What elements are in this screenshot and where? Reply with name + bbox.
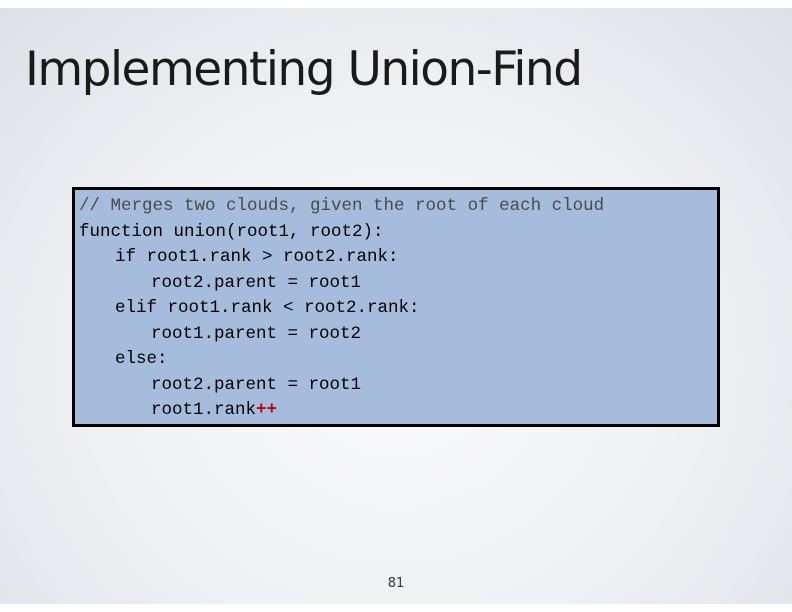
code-line: root2.parent = root1 xyxy=(151,375,362,395)
increment-operator: ++ xyxy=(256,400,278,420)
slide: Implementing Union-Find // Merges two cl… xyxy=(0,8,792,604)
code-line: root2.parent = root1 xyxy=(151,273,362,293)
code-line: function union(root1, root2): xyxy=(79,222,384,242)
code-comment: // Merges two clouds, given the root of … xyxy=(79,196,605,216)
code-text: root1.rank xyxy=(151,400,257,420)
code-line-increment: root1.rank++ xyxy=(151,399,277,421)
code-line: elif root1.rank < root2.rank: xyxy=(115,298,420,318)
slide-title: Implementing Union-Find xyxy=(25,42,583,97)
page-number: 81 xyxy=(387,576,405,591)
code-line: root1.parent = root2 xyxy=(151,324,362,344)
code-block: // Merges two clouds, given the root of … xyxy=(72,187,720,427)
code-line: if root1.rank > root2.rank: xyxy=(115,247,399,267)
code-line: else: xyxy=(115,349,168,369)
